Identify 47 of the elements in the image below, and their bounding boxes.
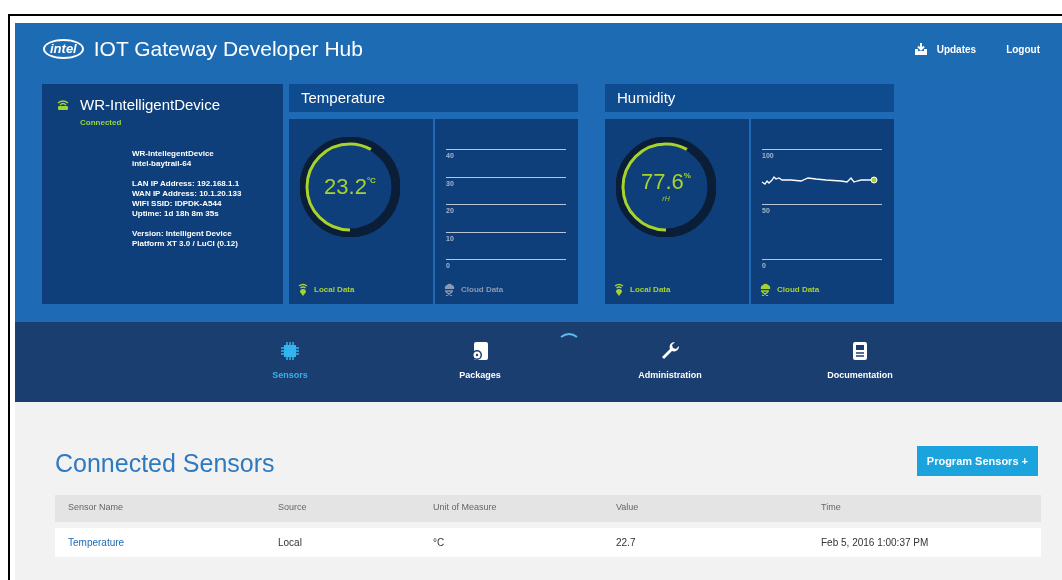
column-header: Source [278, 501, 308, 515]
wifi-pin-icon [298, 283, 308, 296]
device-info-line: Platform XT 3.0 / LuCI (0.12) [132, 238, 239, 249]
local-data-label: Local Data [630, 283, 671, 296]
cloud-data-label: Cloud Data [461, 283, 504, 296]
gauge-reading: 77.6% [641, 169, 691, 194]
panel-title: Humidity [605, 84, 894, 112]
nav-tab[interactable]: Packages [385, 322, 575, 402]
device-info-line: WIFI SSID: IDPDK-A544 [132, 198, 223, 209]
table-cell-text: 22.7 [616, 535, 637, 550]
table-cell-text: °C [433, 535, 446, 550]
device-info-line: intel-baytrail-64 [132, 158, 193, 169]
device-info-line: Uptime: 1d 18h 8m 35s [132, 208, 220, 219]
cloud-data-label: Cloud Data [777, 283, 820, 296]
table-cell-text: Feb 5, 2016 1:00:37 PM [821, 535, 930, 550]
device-info-line: LAN IP Address: 192.168.1.1 [132, 178, 241, 189]
collapse-caret-icon[interactable] [560, 332, 578, 338]
device-name: WR-IntelligentDevice [80, 95, 221, 115]
package-icon [470, 341, 490, 362]
sensor-link[interactable]: Temperature [68, 534, 278, 550]
column-header: Sensor Name [68, 501, 125, 515]
document-icon [850, 341, 870, 362]
column-header: Time [821, 501, 842, 515]
table-cell-text: Local [278, 535, 303, 550]
device-info-line: Version: Intelligent Device [132, 228, 233, 239]
logout-link[interactable]: Logout [1006, 41, 1040, 57]
device-info-line: WAN IP Address: 10.1.20.133 [132, 188, 243, 199]
router-icon [56, 99, 70, 112]
chip-icon [280, 341, 300, 362]
app-title: IOT Gateway Developer Hub [93, 36, 363, 63]
page-heading: Connected Sensors [55, 448, 275, 479]
connection-status: Connected [80, 116, 123, 129]
cloud-icon [443, 283, 455, 296]
nav-tab[interactable]: Documentation [765, 322, 955, 402]
wrench-icon [660, 341, 680, 362]
column-header: Value [616, 501, 640, 515]
logo-icon: intel [43, 39, 84, 59]
device-info-line: WR-IntellegentDevice [132, 148, 215, 159]
column-header: Unit of Measure [433, 501, 498, 515]
nav-tab[interactable]: Sensors [195, 322, 385, 402]
nav-tab[interactable]: Administration [575, 322, 765, 402]
local-data-label: Local Data [314, 283, 355, 296]
cloud-icon [759, 283, 771, 296]
wifi-pin-icon [614, 283, 624, 296]
panel-title: Temperature [289, 84, 578, 112]
updates-link[interactable]: Updates [914, 41, 977, 57]
download-icon [914, 43, 927, 55]
